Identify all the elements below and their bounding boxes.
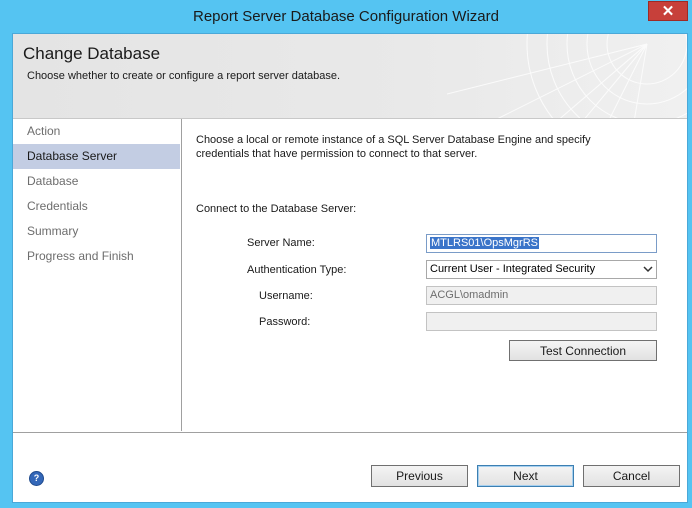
- server-name-label: Server Name:: [247, 237, 315, 249]
- step-content: Choose a local or remote instance of a S…: [182, 119, 687, 431]
- server-name-value: MTLRS01\OpsMgrRS: [430, 237, 539, 249]
- close-button[interactable]: ✕: [648, 1, 688, 21]
- auth-type-label: Authentication Type:: [247, 264, 347, 276]
- previous-button[interactable]: Previous: [371, 465, 468, 487]
- wizard-window: Report Server Database Configuration Wiz…: [0, 0, 692, 508]
- auth-type-value: Current User - Integrated Security: [430, 263, 596, 275]
- nav-item-progress-and-finish[interactable]: Progress and Finish: [13, 244, 180, 269]
- auth-type-select[interactable]: Current User - Integrated Security: [426, 260, 657, 279]
- close-icon: ✕: [661, 3, 675, 20]
- help-icon[interactable]: ?: [29, 471, 44, 486]
- wizard-footer: ? Previous Next Cancel: [13, 432, 687, 502]
- nav-item-database[interactable]: Database: [13, 169, 180, 194]
- server-name-input[interactable]: MTLRS01\OpsMgrRS: [426, 234, 657, 253]
- password-label: Password:: [259, 316, 311, 328]
- test-connection-button[interactable]: Test Connection: [509, 340, 657, 361]
- nav-item-action[interactable]: Action: [13, 119, 180, 144]
- page-title: Change Database: [23, 44, 161, 63]
- wizard-header: Change Database Choose whether to create…: [13, 34, 687, 119]
- password-input[interactable]: [426, 312, 657, 331]
- header-decoration: [447, 34, 687, 118]
- wizard-client-area: Change Database Choose whether to create…: [12, 33, 688, 503]
- nav-item-database-server[interactable]: Database Server: [13, 144, 180, 169]
- username-label: Username:: [259, 290, 313, 302]
- nav-item-summary[interactable]: Summary: [13, 219, 180, 244]
- next-button[interactable]: Next: [477, 465, 574, 487]
- nav-item-credentials[interactable]: Credentials: [13, 194, 180, 219]
- window-title: Report Server Database Configuration Wiz…: [193, 8, 499, 25]
- wizard-step-nav: Action Database Server Database Credenti…: [13, 119, 182, 431]
- username-value: ACGL\omadmin: [430, 289, 509, 301]
- intro-text: Choose a local or remote instance of a S…: [196, 134, 591, 160]
- page-subtitle: Choose whether to create or configure a …: [27, 70, 341, 82]
- title-bar[interactable]: Report Server Database Configuration Wiz…: [0, 0, 692, 32]
- chevron-down-icon: [643, 266, 653, 273]
- username-input[interactable]: ACGL\omadmin: [426, 286, 657, 305]
- cancel-button[interactable]: Cancel: [583, 465, 680, 487]
- connect-section-label: Connect to the Database Server:: [196, 203, 357, 215]
